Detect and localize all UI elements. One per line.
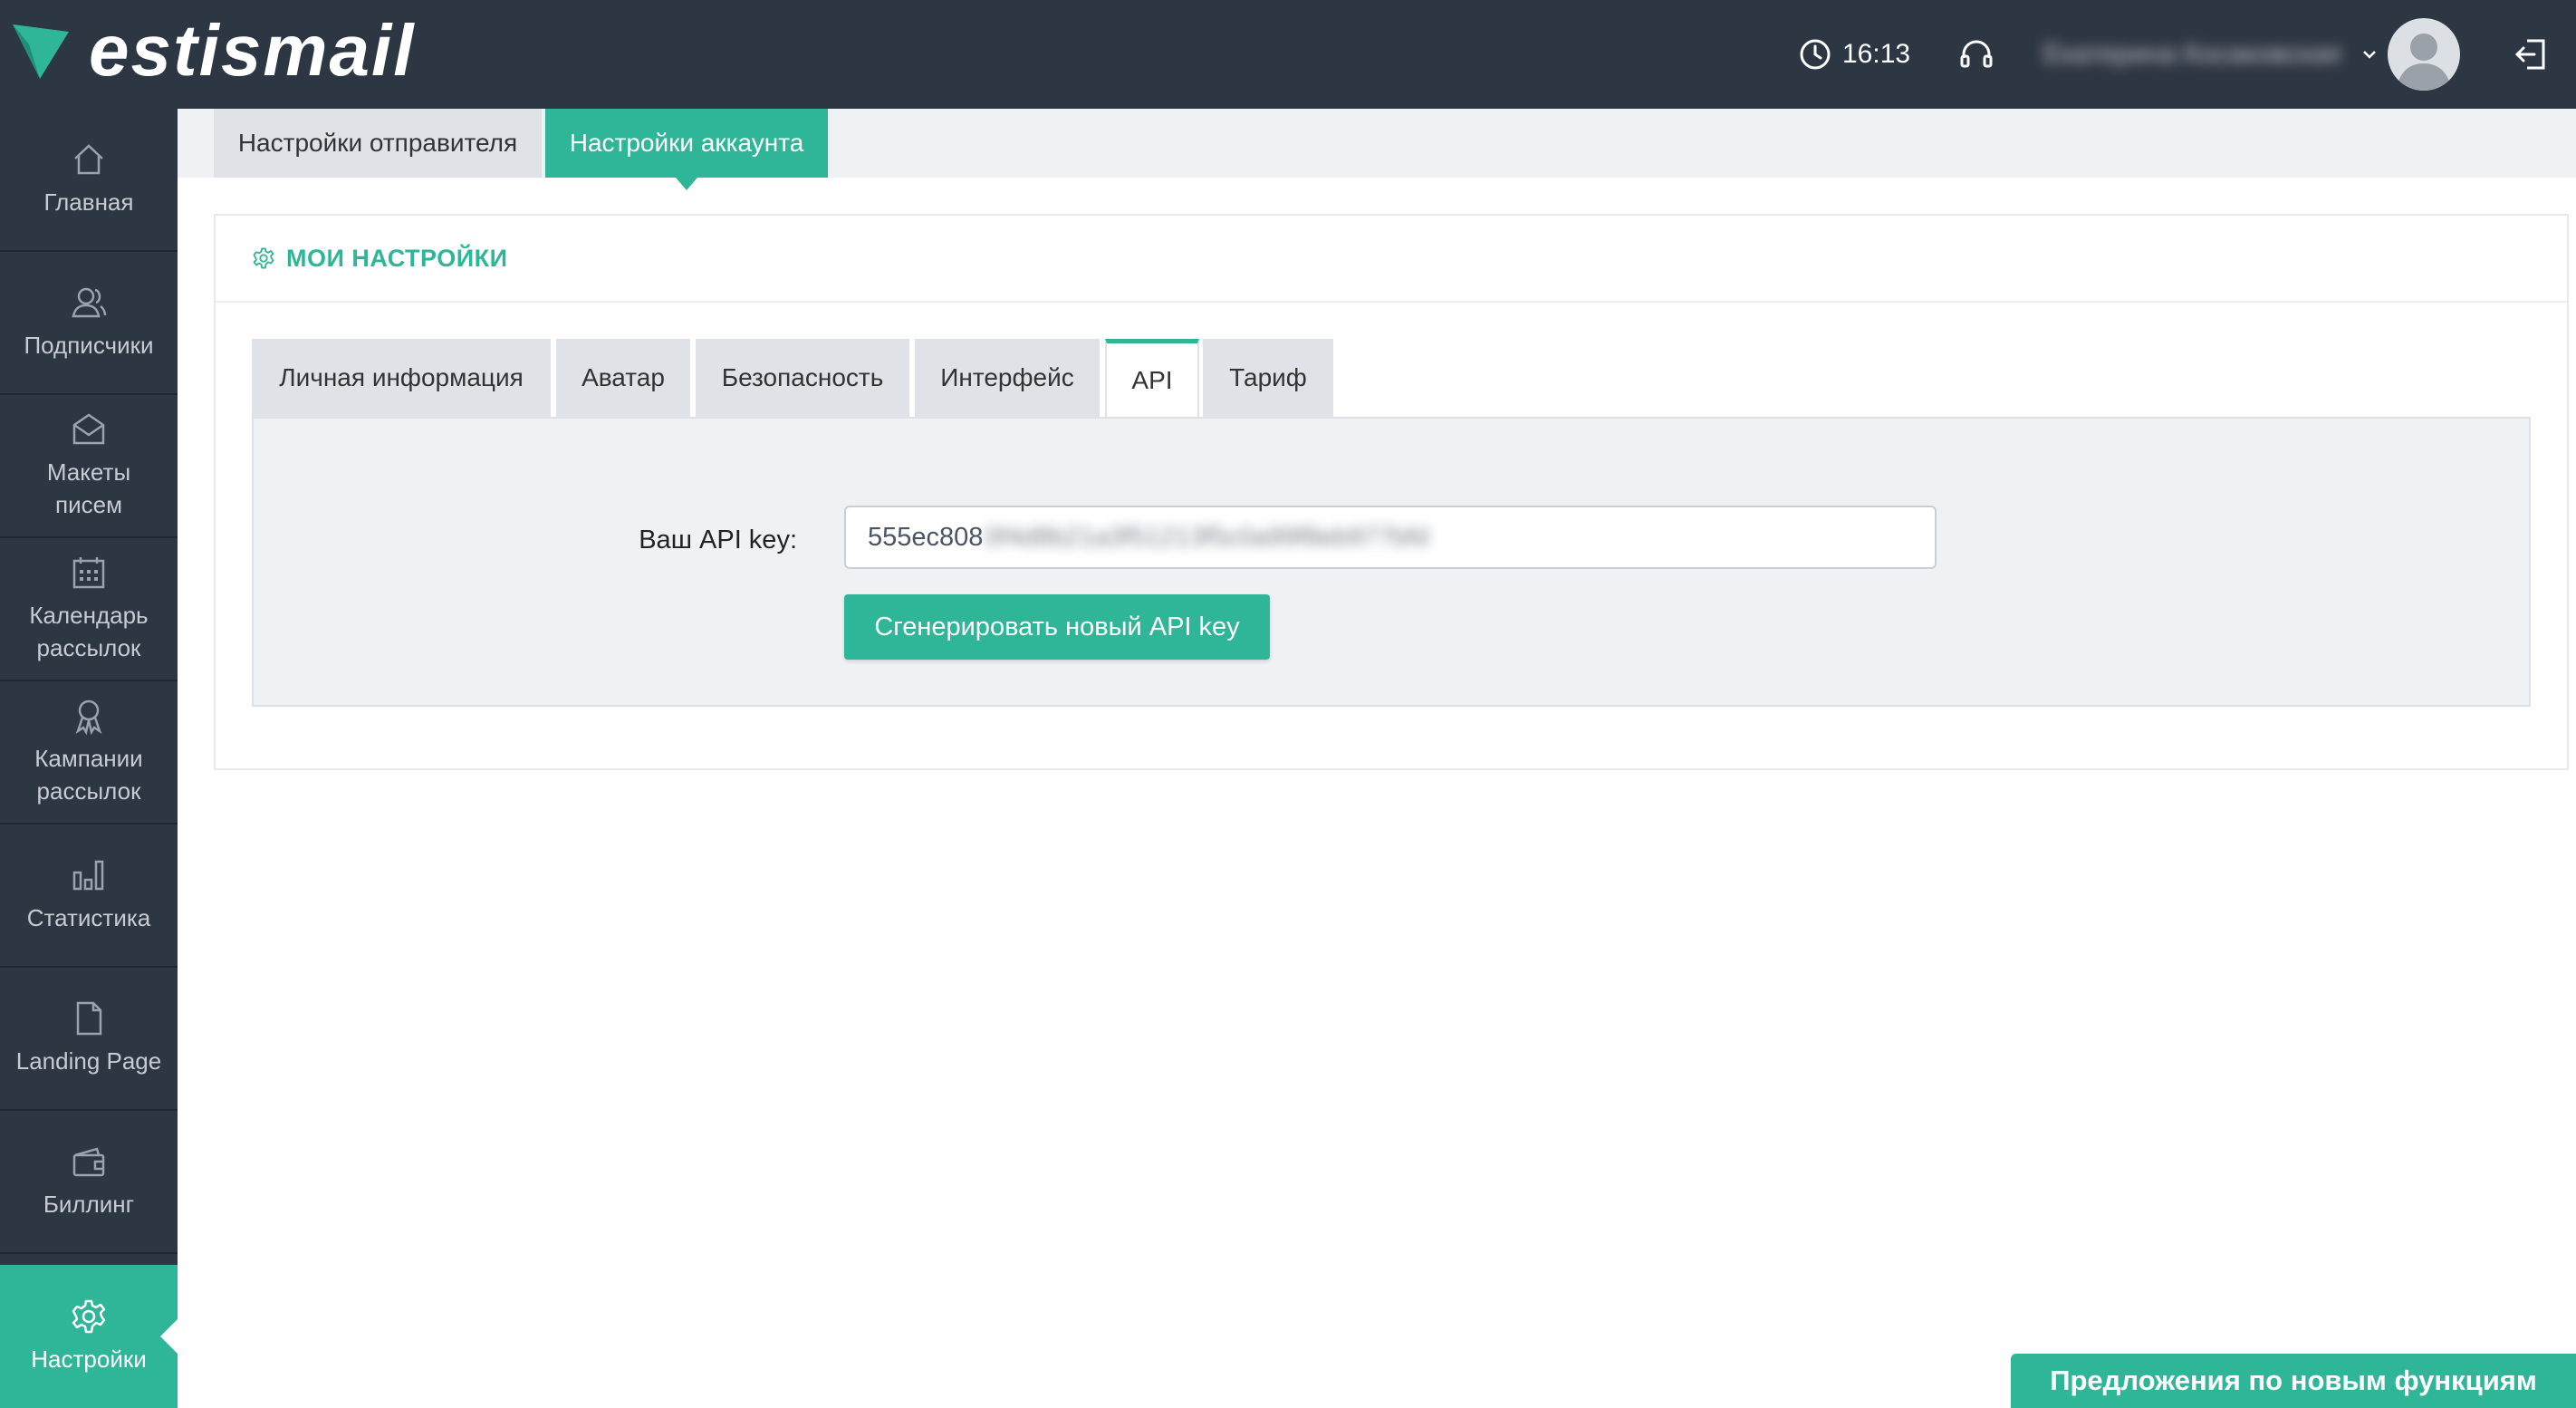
tab-api[interactable]: API — [1105, 339, 1199, 417]
current-time: 16:13 — [1842, 39, 1911, 69]
sidebar-item-label: Макеты писем — [46, 458, 131, 518]
user-avatar[interactable] — [2388, 0, 2460, 109]
tab-label: Настройки отправителя — [237, 129, 518, 157]
sidebar-item-home[interactable]: Главная — [0, 109, 178, 252]
page-icon — [76, 1001, 102, 1036]
logo[interactable]: estismail — [13, 14, 415, 87]
award-icon — [75, 699, 102, 735]
api-tab-content: Ваш API key: 555ec808 0f4d8b21a3f51213f5c… — [252, 417, 2531, 707]
sidebar-item-label: Подписчики — [24, 332, 154, 359]
sidebar-item-label: Календарь рассылок — [29, 602, 149, 661]
avatar — [2388, 18, 2460, 91]
tab-avatar[interactable]: Аватар — [556, 339, 690, 417]
sidebar-item-label: Биллинг — [43, 1191, 135, 1218]
sidebar-item-templates[interactable]: Макеты писем — [0, 395, 178, 538]
tab-label: Тариф — [1229, 363, 1307, 391]
envelope-icon — [72, 413, 105, 445]
user-name: Екатерина Косаковская — [2043, 39, 2341, 69]
tab-sender-settings[interactable]: Настройки отправителя — [214, 109, 542, 178]
support-button[interactable] — [1958, 0, 1994, 109]
gear-icon — [72, 1299, 106, 1334]
sidebar-item-label: Настройки — [31, 1345, 147, 1373]
wallet-icon — [72, 1147, 105, 1177]
chevron-down-icon — [2363, 51, 2377, 59]
tab-label: API — [1131, 365, 1173, 394]
sidebar: Главная Подписчики Макеты писем Календар… — [0, 109, 178, 1408]
tab-label: Личная информация — [279, 363, 524, 391]
home-icon — [74, 144, 103, 175]
user-silhouette-icon — [2397, 34, 2451, 91]
sidebar-item-subscribers[interactable]: Подписчики — [0, 252, 178, 395]
api-key-label: Ваш API key: — [639, 526, 797, 555]
tab-tariff[interactable]: Тариф — [1203, 339, 1333, 417]
sidebar-item-billing[interactable]: Биллинг — [0, 1111, 178, 1254]
sidebar-item-landing-page[interactable]: Landing Page — [0, 968, 178, 1111]
sidebar-item-label: Кампании рассылок — [34, 745, 143, 805]
generate-api-key-button[interactable]: Сгенерировать новый API key — [844, 594, 1270, 660]
logout-button[interactable] — [2513, 0, 2549, 109]
tab-label: Интерфейс — [940, 363, 1074, 391]
sidebar-item-label: Landing Page — [15, 1047, 162, 1075]
top-header: estismail 16:13 Екатерина Косаковская — [0, 0, 2576, 109]
api-key-field[interactable]: 555ec808 0f4d8b21a3f51213f5c0a99f8eb977bf… — [844, 506, 1937, 569]
tab-account-settings[interactable]: Настройки аккаунта — [545, 109, 828, 190]
tab-personal-info[interactable]: Личная информация — [252, 339, 551, 417]
active-indicator — [160, 1318, 178, 1355]
settings-panel: МОИ НАСТРОЙКИ Личная информация Аватар Б… — [214, 214, 2569, 770]
bar-chart-icon — [72, 860, 104, 891]
headset-icon — [1960, 40, 1993, 68]
clock-display: 16:13 — [1799, 0, 1910, 109]
users-icon — [72, 287, 107, 318]
api-key-visible: 555ec808 — [868, 522, 984, 552]
tab-label: Безопасность — [721, 363, 884, 391]
sidebar-item-label: Статистика — [26, 904, 151, 931]
clock-icon — [1800, 39, 1831, 70]
sidebar-item-settings[interactable]: Настройки — [0, 1265, 178, 1408]
logo-icon — [13, 24, 69, 79]
gear-icon — [253, 247, 274, 269]
logout-icon — [2514, 39, 2545, 70]
top-tab-bar: Настройки отправителя Настройки аккаунта — [178, 109, 2576, 190]
sidebar-item-calendar[interactable]: Календарь рассылок — [0, 538, 178, 681]
user-menu[interactable]: Екатерина Косаковская — [2043, 0, 2379, 109]
tab-interface[interactable]: Интерфейс — [915, 339, 1100, 417]
logo-text: estismail — [89, 10, 416, 91]
panel-header: МОИ НАСТРОЙКИ — [216, 216, 2567, 303]
tab-label: Настройки аккаунта — [569, 129, 804, 157]
api-key-hidden: 0f4d8b21a3f51213f5c0a99f8eb977bfd — [985, 522, 1429, 552]
panel-title: МОИ НАСТРОЙКИ — [286, 244, 508, 272]
tab-label: Аватар — [582, 363, 665, 391]
feature-suggestions-button[interactable]: Предложения по новым функциям — [2011, 1354, 2576, 1408]
tab-security[interactable]: Безопасность — [696, 339, 909, 417]
sidebar-item-label: Главная — [43, 188, 134, 216]
sidebar-item-campaigns[interactable]: Кампании рассылок — [0, 681, 178, 825]
sidebar-item-statistics[interactable]: Статистика — [0, 825, 178, 968]
calendar-icon — [72, 557, 105, 589]
